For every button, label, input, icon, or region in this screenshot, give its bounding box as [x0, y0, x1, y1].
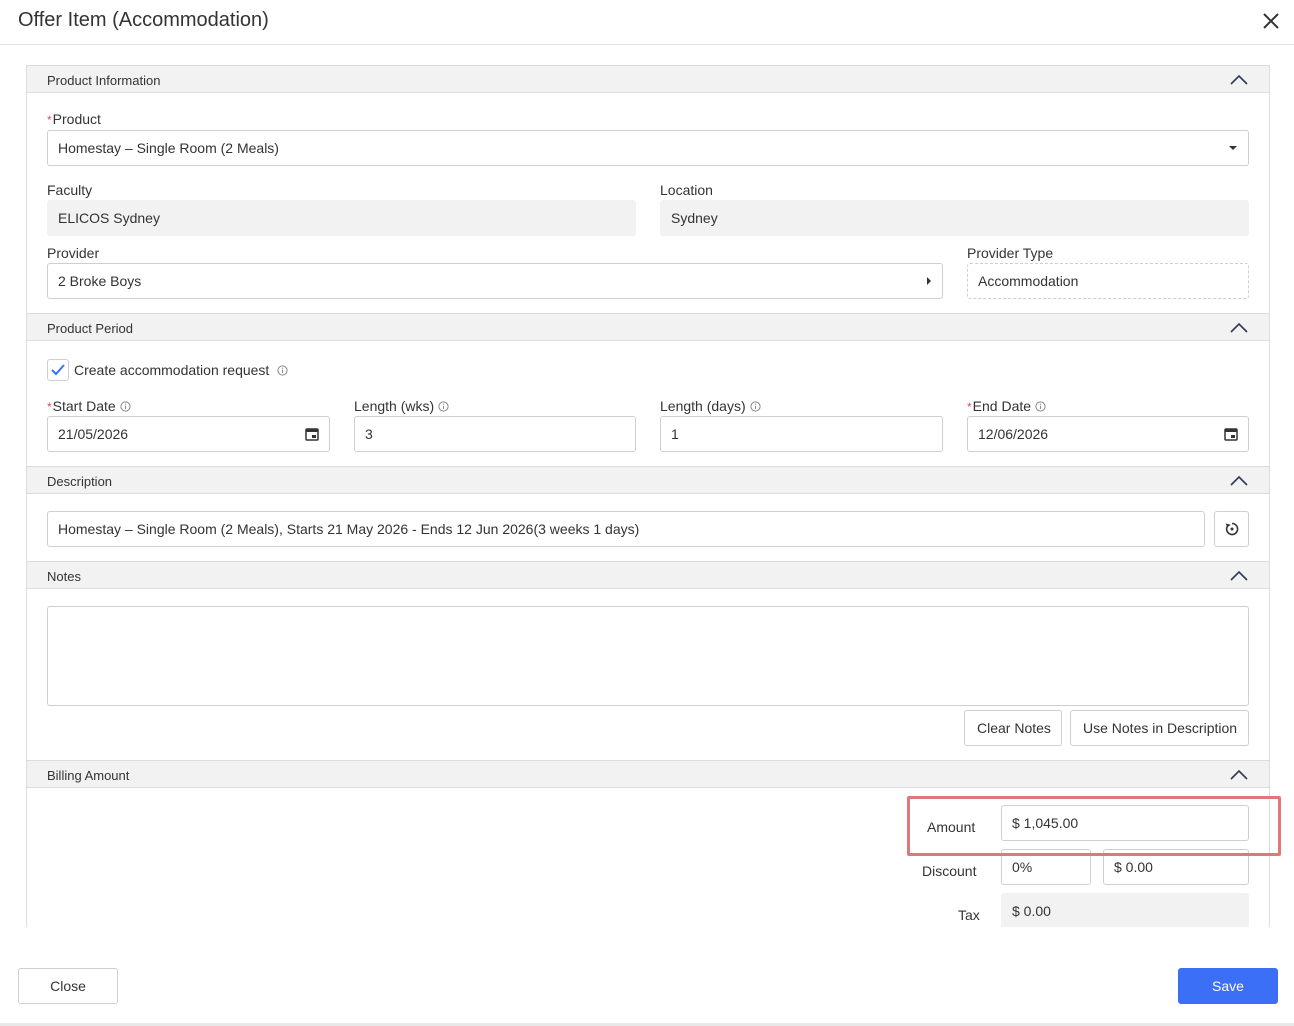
calendar-icon[interactable] [305, 417, 319, 451]
provider-select[interactable]: 2 Broke Boys [47, 263, 943, 299]
tax-field: $ 0.00 [1001, 893, 1249, 927]
dialog-titlebar: Offer Item (Accommodation) [0, 0, 1294, 45]
end-date-label: *End Date [967, 398, 1046, 415]
provider-type-field: Accommodation [967, 263, 1249, 299]
section-title: Billing Amount [47, 768, 130, 783]
section-header-description[interactable]: Description [27, 466, 1269, 494]
chevron-up-icon[interactable] [1229, 473, 1249, 487]
section-title: Product Information [47, 73, 161, 88]
section-header-notes[interactable]: Notes [27, 561, 1269, 589]
discount-label: Discount [922, 863, 977, 879]
caret-down-icon [1228, 131, 1238, 165]
description-input[interactable]: Homestay – Single Room (2 Meals), Starts… [47, 511, 1205, 547]
product-select[interactable]: Homestay – Single Room (2 Meals) [47, 130, 1249, 166]
refresh-icon [1224, 521, 1240, 537]
faculty-field: ELICOS Sydney [47, 200, 636, 236]
reset-description-button[interactable] [1214, 511, 1249, 547]
calendar-icon[interactable] [1224, 417, 1238, 451]
save-button[interactable]: Save [1178, 968, 1278, 1004]
section-title: Description [47, 474, 113, 489]
amount-label: Amount [927, 819, 976, 835]
section-title: Notes [47, 569, 81, 584]
section-header-product-information[interactable]: Product Information [27, 65, 1269, 93]
section-header-product-period[interactable]: Product Period [27, 313, 1269, 341]
chevron-up-icon[interactable] [1229, 72, 1249, 86]
chevron-up-icon[interactable] [1229, 767, 1249, 781]
info-icon [1035, 399, 1046, 415]
provider-label: Provider [47, 245, 100, 261]
start-date-input[interactable]: 21/05/2026 [47, 416, 330, 452]
create-request-checkbox[interactable] [47, 359, 69, 381]
discount-amount-input[interactable]: $ 0.00 [1103, 849, 1249, 885]
clear-notes-button[interactable]: Clear Notes [964, 710, 1062, 746]
use-notes-in-description-button[interactable]: Use Notes in Description [1070, 710, 1249, 746]
section-title: Product Period [47, 321, 133, 336]
length-wks-label: Length (wks) [354, 398, 449, 415]
start-date-label: *Start Date [47, 398, 131, 415]
caret-right-icon [926, 264, 932, 298]
product-label: *Product [47, 111, 101, 127]
close-icon[interactable] [1258, 6, 1284, 34]
dialog-title: Offer Item (Accommodation) [18, 9, 269, 31]
notes-textarea[interactable] [47, 606, 1249, 706]
length-wks-input[interactable]: 3 [354, 416, 636, 452]
location-label: Location [660, 182, 713, 198]
info-icon [120, 399, 131, 415]
end-date-input[interactable]: 12/06/2026 [967, 416, 1249, 452]
tax-label: Tax [958, 907, 980, 923]
length-days-label: Length (days) [660, 398, 761, 415]
faculty-label: Faculty [47, 182, 93, 198]
location-field: Sydney [660, 200, 1249, 236]
chevron-up-icon[interactable] [1229, 320, 1249, 334]
form-scroll-area[interactable]: Product Information *Product Homestay – … [26, 65, 1270, 927]
info-icon [277, 363, 288, 379]
discount-percent-input[interactable]: 0% [1001, 849, 1091, 885]
chevron-up-icon[interactable] [1229, 568, 1249, 582]
length-days-input[interactable]: 1 [660, 416, 943, 452]
section-header-billing-amount[interactable]: Billing Amount [27, 760, 1269, 788]
create-request-label: Create accommodation request [74, 362, 288, 379]
amount-input[interactable]: $ 1,045.00 [1001, 805, 1249, 841]
provider-type-label: Provider Type [967, 245, 1054, 261]
info-icon [438, 399, 449, 415]
close-button[interactable]: Close [18, 968, 118, 1004]
info-icon [750, 399, 761, 415]
